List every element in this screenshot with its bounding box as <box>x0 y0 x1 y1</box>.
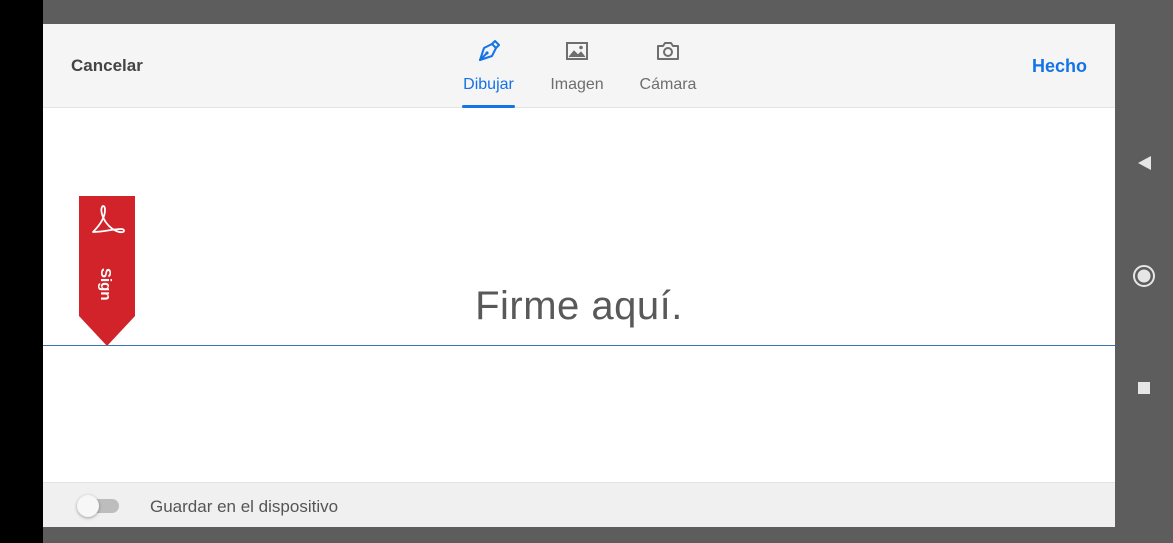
back-icon[interactable] <box>1135 154 1153 172</box>
recents-icon[interactable] <box>1137 381 1151 395</box>
tab-camera-label: Cámara <box>639 76 697 93</box>
tab-image[interactable]: Imagen <box>548 36 606 108</box>
bottom-overlay-strip <box>43 527 1115 543</box>
toggle-thumb <box>77 495 99 517</box>
top-overlay-strip <box>43 0 1115 24</box>
home-icon[interactable] <box>1132 264 1156 288</box>
pen-icon <box>476 38 502 64</box>
signature-canvas[interactable]: Sign Firme aquí. <box>43 109 1115 482</box>
tab-draw-label: Dibujar <box>463 76 514 93</box>
sign-here-prompt: Firme aquí. <box>475 284 683 328</box>
image-icon <box>564 38 590 64</box>
done-button[interactable]: Hecho <box>1032 56 1087 77</box>
tab-camera[interactable]: Cámara <box>637 36 699 108</box>
save-to-device-label: Guardar en el dispositivo <box>150 497 339 516</box>
cancel-button[interactable]: Cancelar <box>71 56 143 76</box>
camera-icon <box>655 38 681 64</box>
save-to-device-toggle[interactable] <box>77 495 121 517</box>
tab-image-label: Imagen <box>550 76 604 93</box>
signature-dialog: Cancelar Dibujar Imagen Cámara Hecho Sig… <box>43 24 1115 527</box>
active-tab-indicator <box>462 105 515 108</box>
tab-draw[interactable]: Dibujar <box>462 36 515 108</box>
dialog-footer: Guardar en el dispositivo <box>43 482 1115 527</box>
system-nav-bar <box>1115 0 1173 543</box>
dialog-header: Cancelar Dibujar Imagen Cámara Hecho <box>43 24 1115 108</box>
signature-baseline <box>43 345 1115 346</box>
left-black-bar <box>0 0 43 543</box>
